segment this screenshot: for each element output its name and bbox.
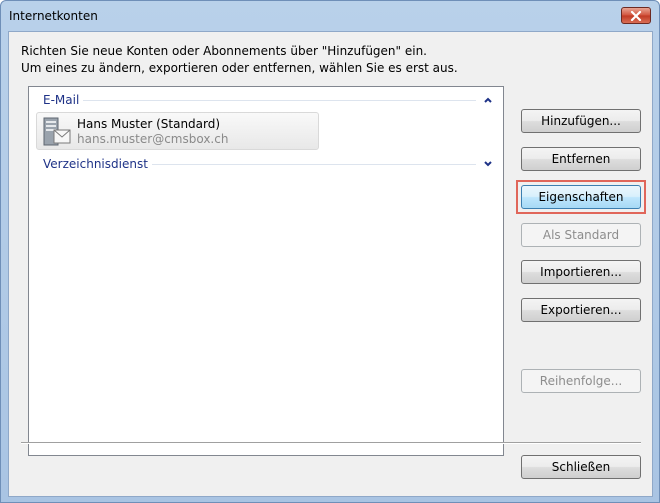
close-icon	[630, 10, 642, 21]
dialog-content: Richten Sie neue Konten oder Abonnements…	[8, 31, 653, 497]
window-title: Internetkonten	[9, 9, 98, 23]
chevron-up-icon[interactable]	[482, 94, 494, 106]
instructions-line-2: Um eines zu ändern, exportieren oder ent…	[21, 61, 458, 75]
add-button[interactable]: Hinzufügen...	[521, 109, 641, 133]
group-header-directory-service[interactable]: Verzeichnisdienst	[43, 156, 498, 172]
account-name: Hans Muster (Standard)	[77, 117, 221, 131]
properties-button[interactable]: Eigenschaften	[521, 185, 641, 209]
internet-accounts-dialog: Internetkonten Richten Sie neue Konten o…	[0, 0, 660, 503]
group-divider	[43, 100, 476, 101]
chevron-down-icon[interactable]	[482, 158, 494, 170]
instructions-line-1: Richten Sie neue Konten oder Abonnements…	[21, 44, 427, 58]
close-button[interactable]: Schließen	[521, 455, 641, 479]
title-bar[interactable]: Internetkonten	[1, 1, 659, 31]
accounts-list[interactable]: E-Mail Hans Muster (Standard) hans.muste…	[28, 86, 504, 456]
instructions-text: Richten Sie neue Konten oder Abonnements…	[21, 43, 458, 77]
set-default-button[interactable]: Als Standard	[521, 223, 641, 247]
remove-button[interactable]: Entfernen	[521, 147, 641, 171]
mail-server-icon	[43, 117, 71, 146]
footer-separator	[21, 442, 641, 444]
order-button[interactable]: Reihenfolge...	[521, 369, 641, 393]
account-email: hans.muster@cmsbox.ch	[77, 132, 229, 146]
account-item-hans-muster[interactable]: Hans Muster (Standard) hans.muster@cmsbo…	[36, 112, 319, 150]
close-window-button[interactable]	[621, 7, 651, 24]
export-button[interactable]: Exportieren...	[521, 298, 641, 322]
group-label-email: E-Mail	[43, 92, 84, 108]
import-button[interactable]: Importieren...	[521, 260, 641, 284]
group-header-email[interactable]: E-Mail	[43, 92, 498, 108]
group-label-directory-service: Verzeichnisdienst	[43, 156, 152, 172]
